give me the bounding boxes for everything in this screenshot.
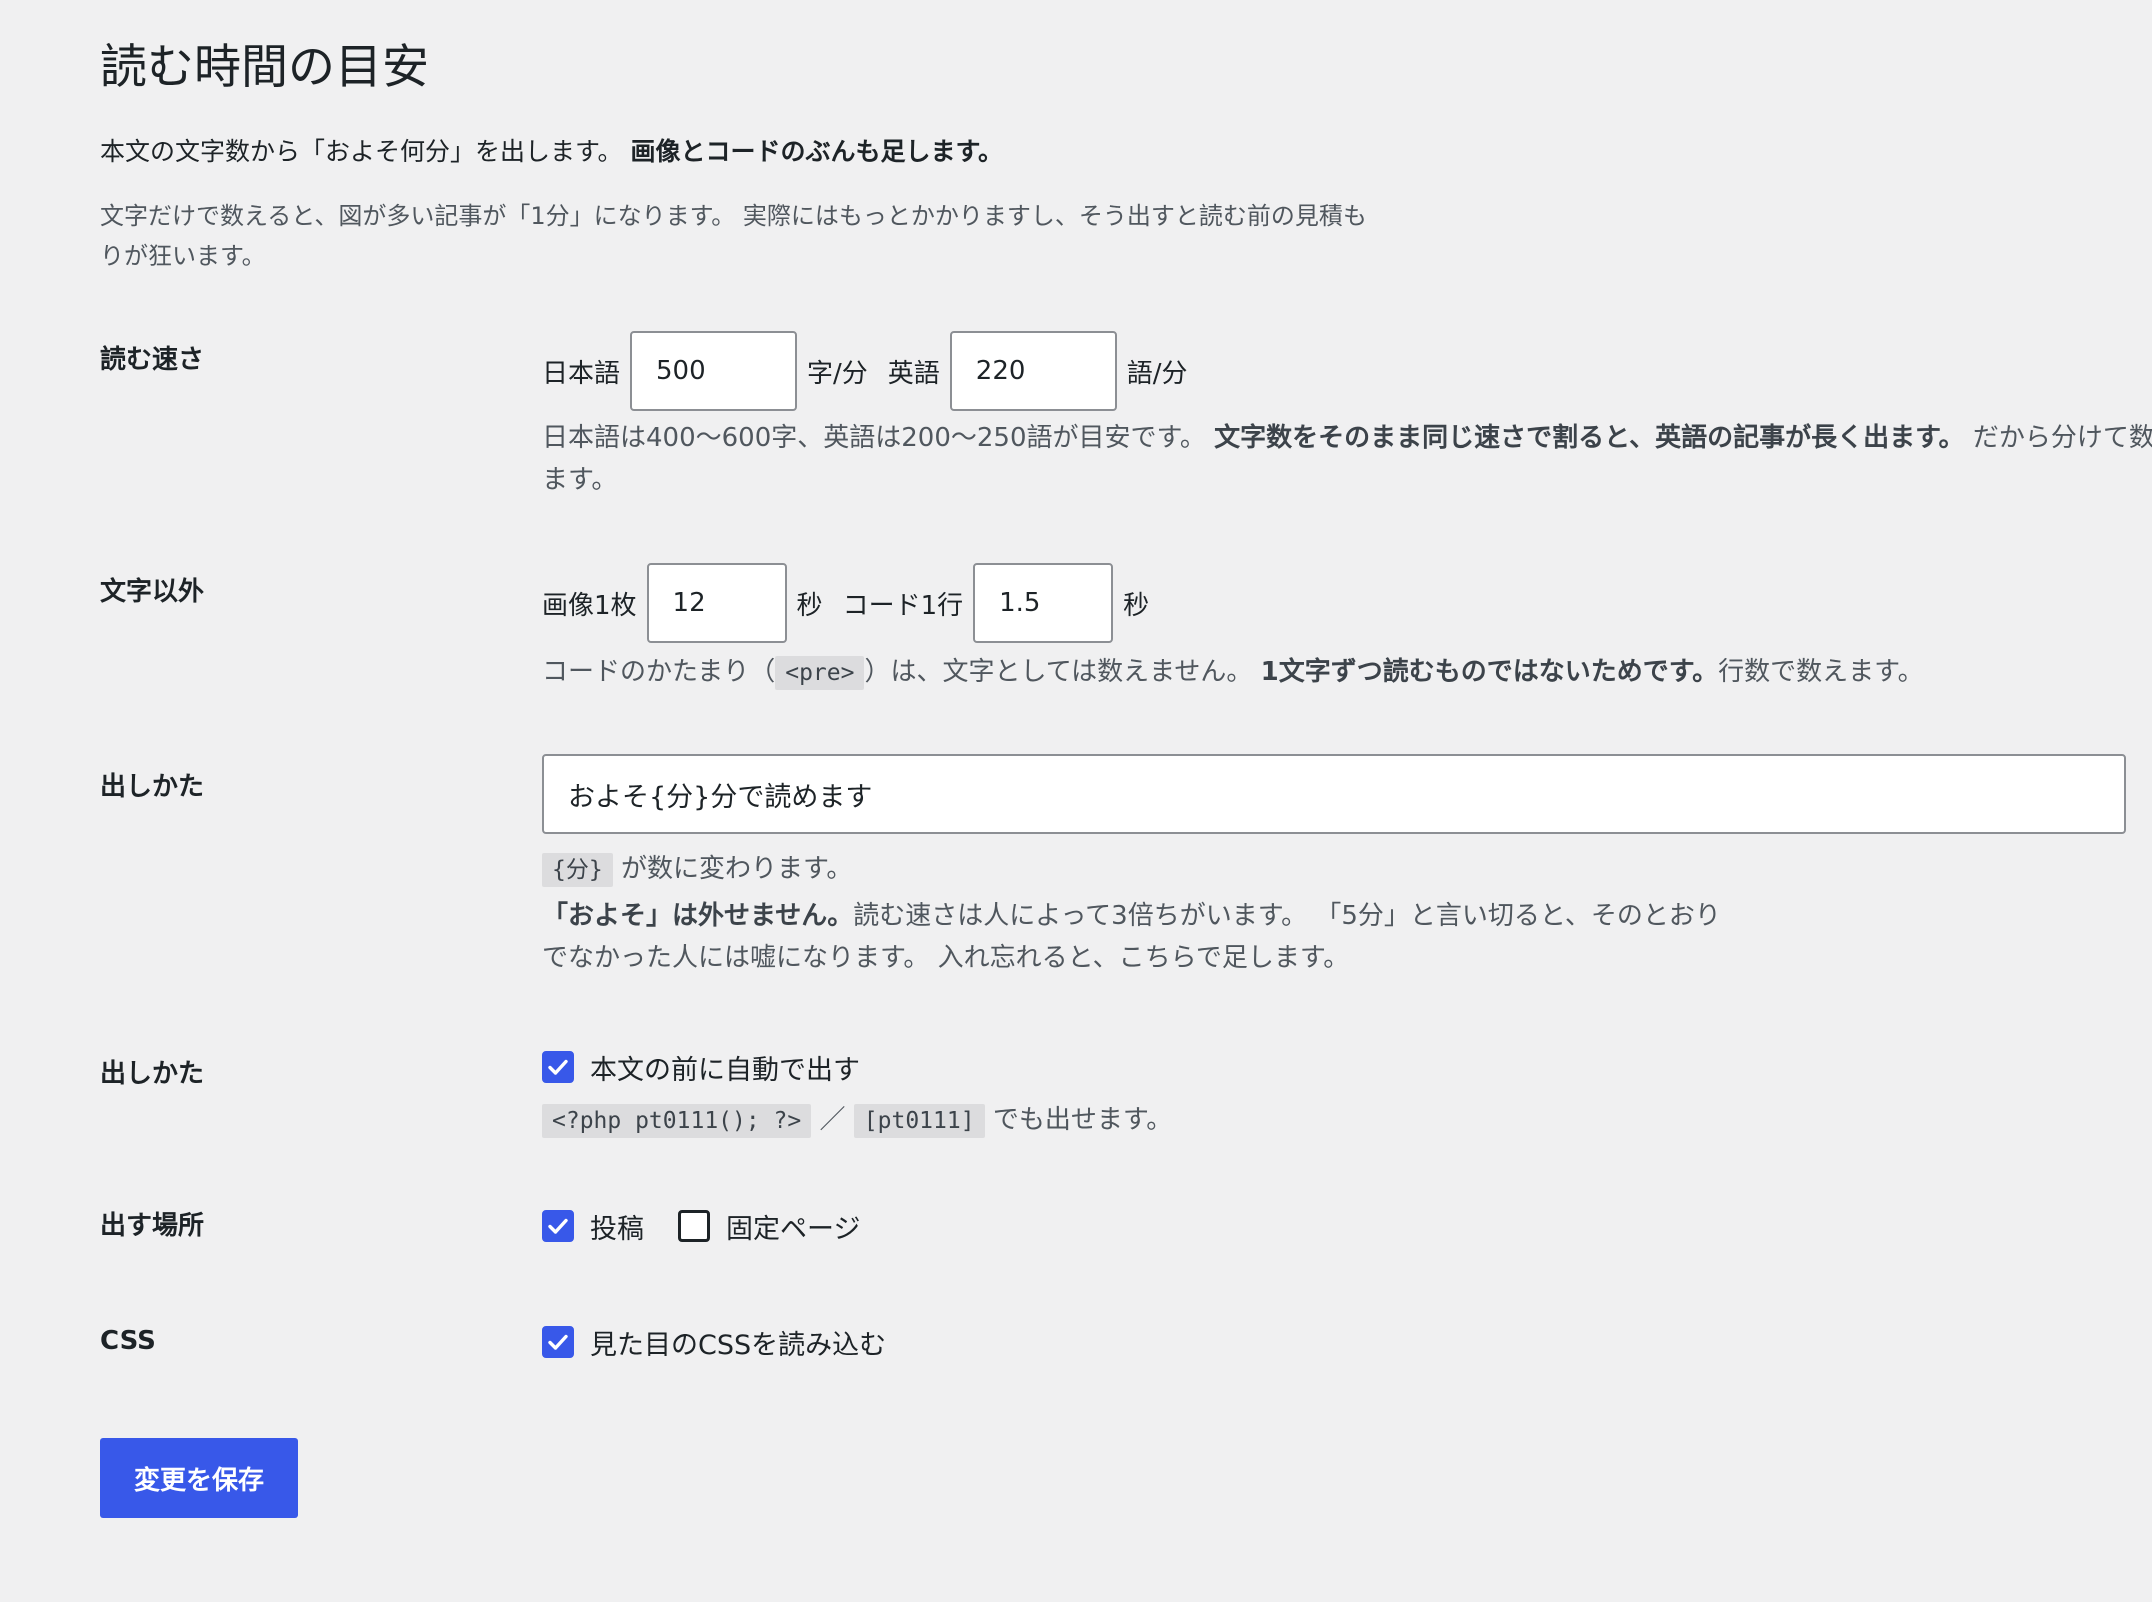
css-field: 見た目のCSSを読み込む: [542, 1320, 886, 1364]
en-speed-unit: 語/分: [1126, 358, 1188, 389]
code-seconds-unit: 秒: [1123, 590, 1150, 621]
page-intro: 本文の文字数から「およそ何分」を出します。 画像とコードのぶんも足します。: [100, 134, 1003, 170]
auto-insert-option[interactable]: 本文の前に自動で出す: [542, 1045, 1172, 1089]
format-desc-line1: 読む速さは人によって3倍ちがいます。 「5分」と言い切ると、そのとおり: [853, 901, 1721, 931]
post-type-page-checkbox[interactable]: [678, 1210, 710, 1242]
placement-label: 出す場所: [100, 1211, 205, 1241]
css-label: CSS: [100, 1326, 156, 1356]
load-css-label: 見た目のCSSを読み込む: [590, 1329, 887, 1361]
format-input[interactable]: [542, 754, 2126, 834]
page-note: 文字だけで数えると、図が多い記事が「1分」になります。 実際にはもっとかかります…: [100, 202, 1367, 270]
extras-label: 文字以外: [100, 577, 205, 607]
load-css-checkbox[interactable]: [542, 1326, 574, 1358]
extras-description: コードのかたまり（ <pre> ）は、文字としては数えません。 1文字ずつ読むもので…: [542, 651, 1924, 694]
extras-desc-tail: 行数で数えます。: [1718, 657, 1924, 687]
page-title: 読む時間の目安: [100, 40, 429, 95]
format-label: 出しかた: [100, 772, 205, 802]
extras-desc-bold: 1文字ずつ読むものではないためです。: [1260, 657, 1719, 687]
display-label: 出しかた: [100, 1059, 205, 1089]
save-button[interactable]: 変更を保存: [100, 1438, 298, 1518]
image-seconds-unit: 秒: [796, 590, 823, 621]
ja-speed-input[interactable]: [630, 331, 798, 411]
ja-speed-unit: 字/分: [807, 358, 868, 389]
auto-insert-checkbox[interactable]: [542, 1051, 574, 1083]
pre-tag-code: <pre>: [775, 656, 865, 690]
speed-description: 日本語は400〜600字、英語は200〜250語が目安です。 文字数をそのまま同…: [542, 417, 2152, 501]
checkmark-icon: [548, 1334, 568, 1350]
extras-desc-pre: コードのかたまり（: [542, 657, 776, 687]
format-description: 「およそ」は外せません。読む速さは人によって3倍ちがいます。 「5分」と言い切る…: [542, 895, 1842, 979]
post-type-page-option[interactable]: 固定ページ: [678, 1204, 860, 1248]
image-seconds-input[interactable]: [646, 563, 787, 643]
ja-speed-label: 日本語: [542, 358, 621, 389]
php-function-code: <?php pt0111(); ?>: [542, 1104, 812, 1138]
extras-desc-mid: ）は、文字としては数えません。: [864, 657, 1253, 687]
en-speed-input[interactable]: [949, 331, 1117, 411]
speed-desc-plain: 日本語は400〜600字、英語は200〜250語が目安です。: [542, 423, 1206, 453]
image-seconds-label: 画像1枚: [542, 590, 637, 621]
load-css-option[interactable]: 見た目のCSSを読み込む: [542, 1320, 886, 1364]
format-field: {分} が数に変わります。 「およそ」は外せません。読む速さは人によって3倍ちが…: [542, 754, 2126, 979]
post-type-post-option[interactable]: 投稿: [542, 1204, 644, 1248]
speed-label: 読む速さ: [100, 345, 205, 375]
format-hint-text: が数に変わります。: [620, 854, 853, 884]
format-hint: {分} が数に変わります。: [542, 848, 2126, 891]
code-separator: ／: [819, 1105, 846, 1135]
intro-text: 本文の文字数から「およそ何分」を出します。: [100, 137, 623, 166]
checkmark-icon: [548, 1218, 568, 1234]
intro-bold-text: 画像とコードのぶんも足します。: [630, 137, 1003, 166]
extras-field: 画像1枚 秒 コード1行 秒 コードのかたまり（<pre>）は、文字としては数え…: [542, 563, 1924, 694]
placement-field: 投稿 固定ページ: [542, 1204, 860, 1248]
code-seconds-label: コード1行: [842, 590, 964, 621]
speed-field: 日本語 字/分 英語 語/分 日本語は400〜600字、英語は200〜250語が…: [542, 331, 2152, 501]
shortcode-code: [pt0111]: [853, 1104, 985, 1138]
post-type-post-checkbox[interactable]: [542, 1210, 574, 1242]
speed-desc-bold: 文字数をそのまま同じ速さで割ると、英語の記事が長く出ます。: [1214, 423, 1965, 453]
post-type-page-label: 固定ページ: [726, 1213, 861, 1245]
checkmark-icon: [548, 1059, 568, 1075]
display-description: <?php pt0111(); ?> ／ [pt0111] でも出せます。: [542, 1099, 1172, 1142]
format-desc-bold: 「およそ」は外せません。: [542, 901, 854, 931]
auto-insert-label: 本文の前に自動で出す: [590, 1054, 860, 1086]
format-desc-line2: でなかった人には嘘になります。 入れ忘れると、こちらで足します。: [542, 943, 1350, 973]
post-type-post-label: 投稿: [590, 1213, 644, 1245]
display-desc-tail: でも出せます。: [992, 1105, 1173, 1135]
en-speed-label: 英語: [887, 358, 940, 389]
code-seconds-input[interactable]: [973, 563, 1114, 643]
display-field: 本文の前に自動で出す <?php pt0111(); ?> ／ [pt0111]…: [542, 1045, 1172, 1142]
minutes-placeholder-code: {分}: [542, 853, 613, 887]
